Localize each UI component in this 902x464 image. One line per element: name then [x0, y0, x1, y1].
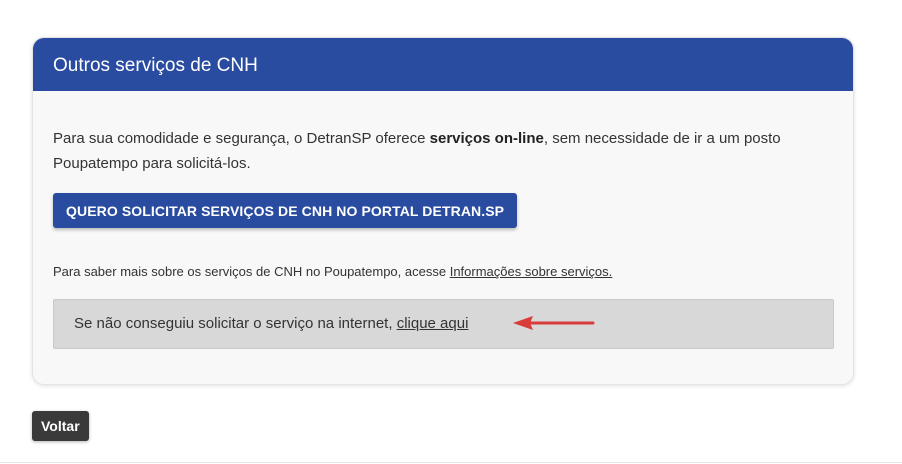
card-title: Outros serviços de CNH	[53, 55, 258, 76]
card-header: Outros serviços de CNH	[33, 38, 853, 91]
portal-detran-button[interactable]: QUERO SOLICITAR SERVIÇOS DE CNH NO PORTA…	[53, 193, 518, 228]
cnh-services-card: Outros serviços de CNH Para sua comodida…	[32, 37, 854, 385]
help-text: Se não conseguiu solicitar o serviço na …	[74, 315, 397, 332]
click-here-link[interactable]: clique aqui	[397, 315, 469, 332]
intro-text-bold: serviços on-line	[429, 130, 544, 147]
red-arrow-icon	[513, 316, 595, 330]
intro-text-start: Para sua comodidade e segurança, o Detra…	[53, 130, 430, 147]
page-divider	[0, 462, 902, 463]
intro-text: Para sua comodidade e segurança, o Detra…	[53, 126, 843, 176]
help-box: Se não conseguiu solicitar o serviço na …	[53, 299, 834, 349]
back-button[interactable]: Voltar	[32, 411, 89, 441]
services-info-link[interactable]: Informações sobre serviços.	[450, 264, 613, 279]
more-info-label: Para saber mais sobre os serviços de CNH…	[53, 264, 450, 279]
more-info-text: Para saber mais sobre os serviços de CNH…	[53, 264, 612, 279]
